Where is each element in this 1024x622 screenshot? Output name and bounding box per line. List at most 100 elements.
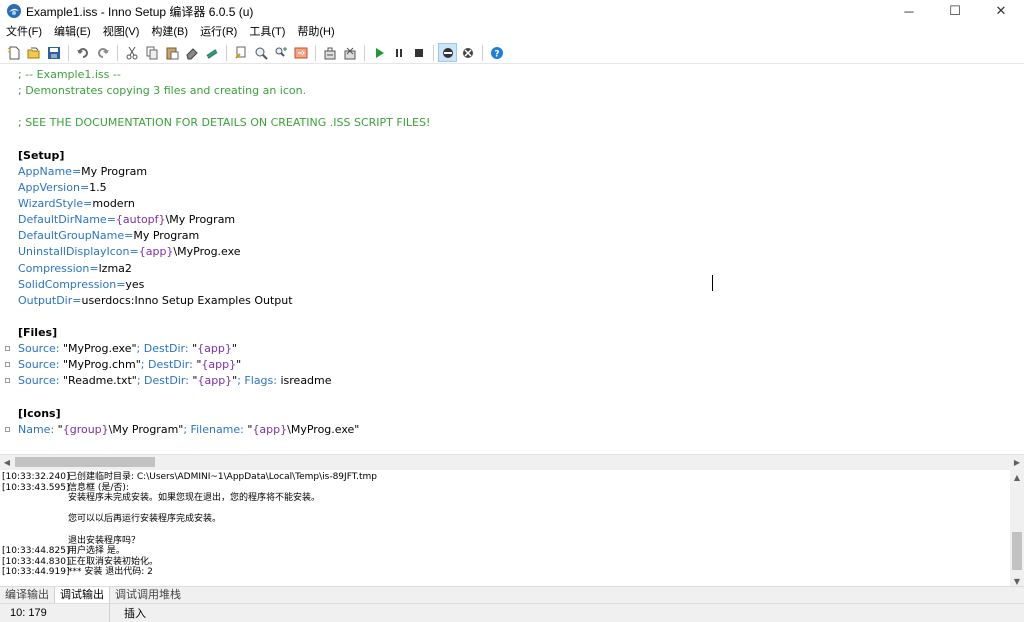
window-controls: ─ ☐ ✕ bbox=[886, 0, 1024, 22]
cut-icon[interactable] bbox=[122, 43, 141, 62]
code-token: "MyProg.exe" bbox=[62, 342, 137, 356]
code-line[interactable]: Compression=lzma2 bbox=[18, 261, 132, 277]
find-icon[interactable] bbox=[231, 43, 250, 62]
run-icon[interactable] bbox=[369, 43, 388, 62]
tab-debug-call-stack[interactable]: 调试调用堆栈 bbox=[110, 587, 186, 603]
code-token: OutputDir bbox=[18, 293, 73, 307]
code-line[interactable]: ; SEE THE DOCUMENTATION FOR DETAILS ON C… bbox=[18, 115, 430, 131]
code-line[interactable]: Source: "MyProg.chm"; DestDir: "{app}" bbox=[18, 357, 241, 373]
code-token: \MyProg.exe" bbox=[287, 422, 360, 436]
fold-marker-icon[interactable] bbox=[5, 426, 10, 432]
output-message: 安装程序未完成安装。如果您现在退出，您的程序将不能安装。 bbox=[68, 493, 321, 504]
fold-marker-icon[interactable] bbox=[5, 378, 10, 384]
help-icon[interactable]: ? bbox=[487, 43, 506, 62]
code-token: ; DestDir: bbox=[136, 374, 193, 388]
pause-icon[interactable] bbox=[389, 43, 408, 62]
debug-target-icon[interactable] bbox=[438, 43, 457, 62]
minimize-button[interactable]: ─ bbox=[886, 0, 932, 22]
code-line[interactable]: DefaultDirName={autopf}\My Program bbox=[18, 212, 235, 228]
menu-edit[interactable]: 编辑(E) bbox=[50, 22, 95, 42]
fold-marker-icon[interactable] bbox=[5, 362, 10, 368]
menu-view[interactable]: 视图(V) bbox=[99, 22, 144, 42]
code-line[interactable]: WizardStyle=modern bbox=[18, 196, 135, 212]
delete-icon[interactable] bbox=[182, 43, 201, 62]
code-line[interactable]: AppVersion=1.5 bbox=[18, 180, 107, 196]
code-token: AppVersion bbox=[18, 180, 80, 194]
status-bar: 10: 179 插入 bbox=[0, 603, 1024, 622]
code-line[interactable]: DefaultGroupName=My Program bbox=[18, 228, 199, 244]
close-button[interactable]: ✕ bbox=[978, 0, 1024, 22]
output-vertical-scrollbar[interactable]: ▲ ▼ bbox=[1010, 470, 1024, 588]
output-timestamp: [10:33:44.919] bbox=[2, 567, 70, 578]
code-token: "MyProg.chm" bbox=[62, 358, 141, 372]
menu-help[interactable]: 帮助(H) bbox=[293, 22, 338, 42]
scrollbar-thumb[interactable] bbox=[1012, 532, 1022, 570]
open-file-icon[interactable] bbox=[24, 43, 43, 62]
output-message: 正在取消安装初始化。 bbox=[68, 556, 159, 567]
tab-compiler-output[interactable]: 编译输出 bbox=[0, 587, 54, 603]
script-editor[interactable]: ; -- Example1.iss -- ; Demonstrates copyi… bbox=[0, 65, 1024, 454]
code-token: DefaultDirName bbox=[18, 213, 107, 227]
code-line[interactable]: SolidCompression=yes bbox=[18, 277, 144, 293]
replace-icon[interactable] bbox=[271, 43, 290, 62]
menu-file[interactable]: 文件(F) bbox=[2, 22, 46, 42]
toolbar-separator bbox=[68, 44, 69, 61]
code-token: My Program bbox=[133, 229, 200, 243]
redo-icon[interactable] bbox=[93, 43, 112, 62]
code-token: {app} bbox=[197, 342, 232, 356]
toolbar-separator bbox=[433, 44, 434, 61]
code-line[interactable]: UninstallDisplayIcon={app}\MyProg.exe bbox=[18, 244, 241, 260]
scrollbar-thumb[interactable] bbox=[15, 457, 155, 467]
code-line[interactable]: OutputDir=userdocs:Inno Setup Examples O… bbox=[18, 293, 293, 309]
scroll-up-icon[interactable]: ▲ bbox=[1010, 470, 1024, 484]
code-line[interactable]: [Files] bbox=[18, 325, 57, 341]
code-line[interactable]: AppName=My Program bbox=[18, 164, 147, 180]
code-line[interactable]: Source: "MyProg.exe"; DestDir: "{app}" bbox=[18, 341, 237, 357]
select-all-icon[interactable] bbox=[202, 43, 221, 62]
output-message: 您可以以后再运行安装程序完成安装。 bbox=[68, 514, 222, 525]
find-next-icon[interactable] bbox=[251, 43, 270, 62]
code-token: = bbox=[89, 261, 99, 275]
new-file-icon[interactable] bbox=[4, 43, 23, 62]
code-line[interactable]: Name: "{group}\My Program"; Filename: "{… bbox=[18, 422, 359, 438]
code-line[interactable]: [Setup] bbox=[18, 148, 64, 164]
code-token: {group} bbox=[62, 422, 109, 436]
code-line[interactable]: Source: "Readme.txt"; DestDir: "{app}"; … bbox=[18, 373, 332, 389]
menu-build[interactable]: 构建(B) bbox=[147, 22, 192, 42]
output-line: 您可以以后再运行安装程序完成安装。 bbox=[2, 514, 221, 525]
editor-horizontal-scrollbar[interactable]: ◀ ▶ bbox=[0, 454, 1024, 468]
undo-icon[interactable] bbox=[73, 43, 92, 62]
code-token: Name: bbox=[18, 422, 58, 436]
output-message: 退出安装程序吗？ bbox=[68, 535, 141, 546]
maximize-button[interactable]: ☐ bbox=[932, 0, 978, 22]
paste-icon[interactable] bbox=[162, 43, 181, 62]
goto-icon[interactable] bbox=[291, 43, 310, 62]
code-token: ; DestDir: bbox=[140, 358, 197, 372]
output-message: 信息框 (是/否): bbox=[68, 482, 129, 493]
stop-compile-icon[interactable] bbox=[340, 43, 359, 62]
save-icon[interactable] bbox=[44, 43, 63, 62]
copy-icon[interactable] bbox=[142, 43, 161, 62]
code-line[interactable]: [Icons] bbox=[18, 406, 61, 422]
code-token: yes bbox=[125, 277, 145, 291]
scroll-right-icon[interactable]: ▶ bbox=[1010, 455, 1024, 469]
debug-uninstall-icon[interactable] bbox=[458, 43, 477, 62]
code-token: modern bbox=[92, 197, 135, 211]
toolbar-separator bbox=[117, 44, 118, 61]
toolbar-separator bbox=[226, 44, 227, 61]
code-line[interactable]: ; -- Example1.iss -- bbox=[18, 67, 121, 83]
scroll-left-icon[interactable]: ◀ bbox=[0, 455, 14, 469]
stop-icon[interactable] bbox=[409, 43, 428, 62]
output-timestamp: [10:33:43.595] bbox=[2, 482, 70, 493]
code-token: = bbox=[124, 229, 134, 243]
code-line[interactable]: ; Demonstrates copying 3 files and creat… bbox=[18, 83, 306, 99]
menu-tools[interactable]: 工具(T) bbox=[245, 22, 289, 42]
compile-icon[interactable] bbox=[320, 43, 339, 62]
code-token: DefaultGroupName bbox=[18, 229, 125, 243]
code-token: = bbox=[79, 180, 90, 194]
menu-run[interactable]: 运行(R) bbox=[196, 22, 241, 42]
tab-debug-output[interactable]: 调试输出 bbox=[54, 587, 110, 603]
code-token: = bbox=[83, 197, 93, 211]
fold-marker-icon[interactable] bbox=[5, 346, 10, 352]
debug-output-pane[interactable]: ▲ ▼ [10:33:32.240]已创建临时目录: C:\Users\ADMI… bbox=[0, 468, 1024, 588]
